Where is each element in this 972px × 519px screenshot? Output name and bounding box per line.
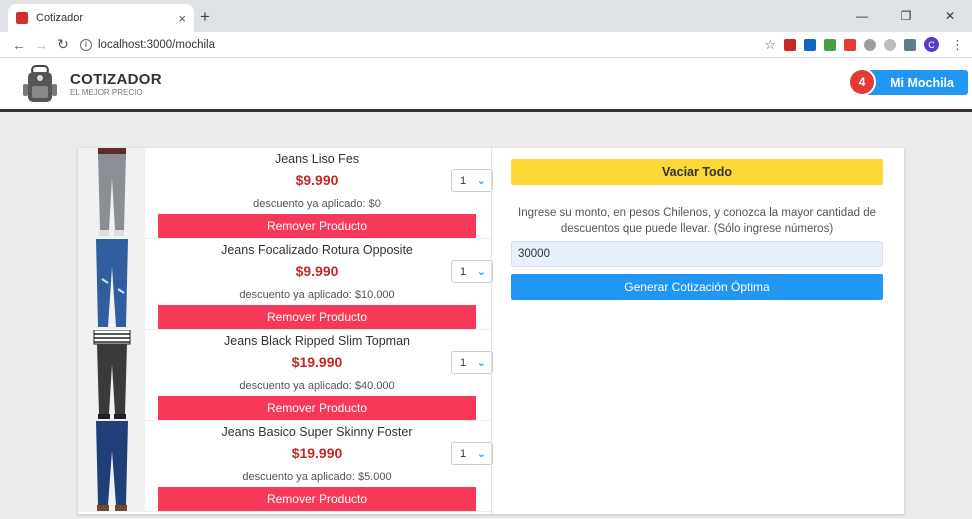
product-name: Jeans Focalizado Rotura Opposite — [221, 243, 413, 257]
product-price: $9.990 — [295, 263, 339, 279]
product-image — [78, 330, 145, 421]
amount-input[interactable] — [511, 241, 883, 267]
browser-tab[interactable]: Cotizador × — [8, 4, 194, 32]
product-name: Jeans Liso Fes — [274, 152, 360, 166]
product-image — [78, 148, 145, 239]
cart-favicon-icon — [16, 12, 28, 24]
product-discount: descuento ya aplicado: $10.000 — [239, 289, 395, 301]
backpack-logo-icon — [23, 64, 57, 102]
remove-product-button[interactable]: Remover Producto — [158, 487, 476, 511]
forward-arrow-icon[interactable]: → — [30, 37, 52, 53]
product-price: $19.990 — [291, 445, 343, 461]
menu-kebab-icon[interactable]: ⋮ — [951, 37, 964, 53]
app-header: COTIZADOR EL MEJOR PRECIO 4 Mi Mochila — [0, 58, 972, 112]
chevron-down-icon: ⌄ — [476, 175, 486, 187]
back-arrow-icon[interactable]: ← — [8, 37, 30, 53]
mi-mochila-button[interactable]: 4 Mi Mochila — [848, 68, 968, 96]
brand-tagline: EL MEJOR PRECIO — [70, 87, 143, 97]
product-list: Jeans Liso Fes $9.990 descuento ya aplic… — [78, 148, 493, 512]
cart-count-badge: 4 — [848, 68, 877, 96]
restore-icon[interactable]: ❐ — [884, 0, 928, 32]
remove-product-button[interactable]: Remover Producto — [158, 214, 476, 238]
tab-title: Cotizador — [36, 12, 84, 24]
browser-toolbar: ← → ↻ i localhost:3000/mochila ☆ C ⋮ — [0, 32, 972, 58]
generate-quote-button[interactable]: Generar Cotización Óptima — [511, 274, 883, 300]
list-item: Jeans Liso Fes $9.990 descuento ya aplic… — [78, 148, 493, 239]
quantity-value: 1 — [460, 174, 467, 187]
bookmark-star-icon[interactable]: ☆ — [764, 37, 776, 53]
mi-mochila-label: Mi Mochila — [890, 75, 954, 90]
url-text: localhost:3000/mochila — [98, 38, 215, 51]
chevron-down-icon: ⌄ — [476, 266, 486, 278]
extension-icon[interactable] — [884, 38, 896, 51]
browser-tab-strip: Cotizador × + — ❐ ✕ — [0, 0, 972, 32]
chevron-down-icon: ⌄ — [476, 357, 486, 369]
close-window-icon[interactable]: ✕ — [928, 0, 972, 32]
close-tab-icon[interactable]: × — [178, 11, 186, 26]
list-item: Jeans Focalizado Rotura Opposite $9.990 … — [78, 239, 493, 330]
address-bar[interactable]: i localhost:3000/mochila — [80, 38, 764, 51]
brand-name: COTIZADOR — [70, 70, 162, 88]
list-item: Jeans Basico Super Skinny Foster $19.990… — [78, 421, 493, 512]
product-name: Jeans Black Ripped Slim Topman — [224, 334, 410, 348]
quantity-value: 1 — [460, 265, 467, 278]
quote-pane: Vaciar Todo Ingrese su monto, en pesos C… — [511, 159, 883, 300]
extension-icon[interactable] — [824, 38, 836, 51]
product-discount: descuento ya aplicado: $40.000 — [239, 380, 395, 392]
extension-icon[interactable] — [804, 38, 816, 51]
remove-product-button[interactable]: Remover Producto — [158, 396, 476, 420]
remove-product-button[interactable]: Remover Producto — [158, 305, 476, 329]
product-image — [78, 421, 145, 512]
extension-icon[interactable] — [784, 38, 796, 51]
quantity-select[interactable]: 1 ⌄ — [451, 351, 493, 374]
column-divider — [491, 148, 492, 514]
product-price: $19.990 — [291, 354, 343, 370]
extension-icon[interactable] — [844, 38, 856, 51]
profile-avatar[interactable]: C — [924, 37, 939, 52]
minimize-icon[interactable]: — — [840, 0, 884, 32]
amount-help-text: Ingrese su monto, en pesos Chilenos, y c… — [518, 207, 876, 235]
new-tab-button[interactable]: + — [200, 7, 210, 27]
quantity-value: 1 — [460, 356, 467, 369]
quantity-select[interactable]: 1 ⌄ — [451, 169, 493, 192]
product-name: Jeans Basico Super Skinny Foster — [221, 425, 413, 439]
extension-icon[interactable] — [864, 38, 876, 51]
product-discount: descuento ya aplicado: $5.000 — [242, 471, 392, 483]
quantity-select[interactable]: 1 ⌄ — [451, 260, 493, 283]
product-image — [78, 239, 145, 330]
quantity-value: 1 — [460, 447, 467, 460]
chevron-down-icon: ⌄ — [476, 448, 486, 460]
clear-all-button[interactable]: Vaciar Todo — [511, 159, 883, 185]
cart-panel: Jeans Liso Fes $9.990 descuento ya aplic… — [78, 148, 904, 514]
reload-icon[interactable]: ↻ — [52, 36, 74, 53]
product-discount: descuento ya aplicado: $0 — [253, 198, 381, 210]
info-icon[interactable]: i — [80, 38, 92, 51]
product-price: $9.990 — [295, 172, 339, 188]
quantity-select[interactable]: 1 ⌄ — [451, 442, 493, 465]
extension-icon[interactable] — [904, 38, 916, 51]
list-item: Jeans Black Ripped Slim Topman $19.990 d… — [78, 330, 493, 421]
